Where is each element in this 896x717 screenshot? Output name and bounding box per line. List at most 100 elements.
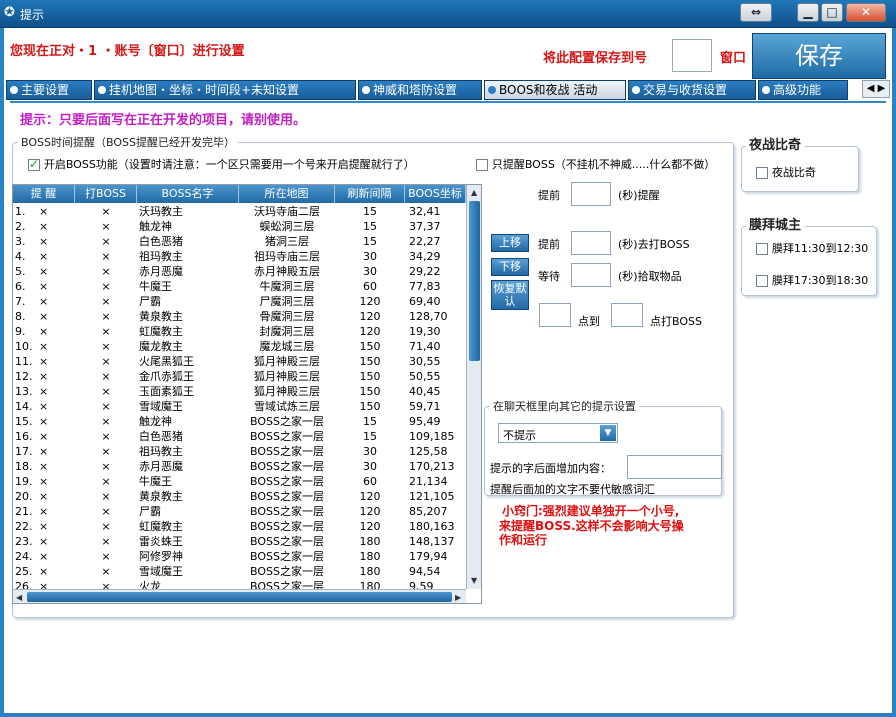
remind-mark[interactable]: × <box>39 399 75 414</box>
save-button[interactable]: 保存 <box>752 33 886 79</box>
scroll-left-arrow-icon[interactable]: ◀ <box>16 593 22 602</box>
fight-mark[interactable]: × <box>75 444 137 459</box>
remind-mark[interactable]: × <box>39 384 75 399</box>
remind-mark[interactable]: × <box>39 354 75 369</box>
table-row[interactable]: 16. × × 白色恶猪 BOSS之家一层 15 109,185 <box>13 429 466 444</box>
table-row[interactable]: 10. × × 魔龙教主 魔龙城三层 150 71,40 <box>13 339 466 354</box>
close-button[interactable]: ✕ <box>846 3 886 22</box>
table-vertical-scrollbar[interactable]: ▲ ▼ <box>466 185 481 589</box>
fight-mark[interactable]: × <box>75 369 137 384</box>
col-coords[interactable]: BOOS坐标 <box>405 185 466 203</box>
remind-mark[interactable]: × <box>39 474 75 489</box>
only-remind-checkbox[interactable] <box>476 158 488 171</box>
fight-mark[interactable]: × <box>75 549 137 564</box>
table-row[interactable]: 1. × × 沃玛教主 沃玛寺庙二层 15 32,41 <box>13 204 466 219</box>
fight-mark[interactable]: × <box>75 279 137 294</box>
maximize-button[interactable]: □ <box>821 3 843 22</box>
tab-map-settings[interactable]: 挂机地图・坐标・时间段+未知设置 <box>94 80 356 100</box>
remind-mark[interactable]: × <box>39 204 75 219</box>
remind-mark[interactable]: × <box>39 444 75 459</box>
worship-checkbox-2[interactable] <box>756 274 768 287</box>
table-row[interactable]: 3. × × 白色恶猪 猪洞三层 15 22,27 <box>13 234 466 249</box>
point-to-input[interactable] <box>611 303 643 327</box>
table-row[interactable]: 18. × × 赤月恶魔 BOSS之家一层 30 170,213 <box>13 459 466 474</box>
ahead-remind-input[interactable] <box>571 182 611 206</box>
remind-mark[interactable]: × <box>39 534 75 549</box>
append-content-input[interactable] <box>627 455 722 479</box>
tab-scroll-arrows[interactable]: ◀ ▶ <box>862 80 890 98</box>
remind-mark[interactable]: × <box>39 429 75 444</box>
remind-mark[interactable]: × <box>39 234 75 249</box>
fight-mark[interactable]: × <box>75 234 137 249</box>
table-row[interactable]: 24. × × 阿修罗神 BOSS之家一层 180 179,94 <box>13 549 466 564</box>
move-up-button[interactable]: 上移 <box>491 234 529 252</box>
col-remind[interactable]: 提 醒 <box>13 185 75 203</box>
table-horizontal-thumb[interactable] <box>27 592 452 602</box>
table-row[interactable]: 19. × × 牛魔王 BOSS之家一层 60 21,134 <box>13 474 466 489</box>
table-row[interactable]: 17. × × 祖玛教主 BOSS之家一层 30 125,58 <box>13 444 466 459</box>
move-down-button[interactable]: 下移 <box>491 258 529 276</box>
table-row[interactable]: 8. × × 黄泉教主 骨魔洞三层 120 128,70 <box>13 309 466 324</box>
fight-mark[interactable]: × <box>75 399 137 414</box>
remind-mark[interactable]: × <box>39 324 75 339</box>
tab-trade-settings[interactable]: 交易与收货设置 <box>628 80 756 100</box>
night-battle-checkbox[interactable] <box>756 166 768 179</box>
scroll-up-arrow-icon[interactable]: ▲ <box>471 188 477 197</box>
table-row[interactable]: 23. × × 雷炎蛛王 BOSS之家一层 180 148,137 <box>13 534 466 549</box>
fight-mark[interactable]: × <box>75 309 137 324</box>
fight-mark[interactable]: × <box>75 429 137 444</box>
fight-mark[interactable]: × <box>75 219 137 234</box>
tab-main-settings[interactable]: 主要设置 <box>6 80 92 100</box>
table-row[interactable]: 2. × × 触龙神 蜈蚣洞三层 15 37,37 <box>13 219 466 234</box>
table-row[interactable]: 15. × × 触龙神 BOSS之家一层 15 95,49 <box>13 414 466 429</box>
fight-mark[interactable]: × <box>75 534 137 549</box>
fight-mark[interactable]: × <box>75 384 137 399</box>
wait-input[interactable] <box>571 263 611 287</box>
fight-mark[interactable]: × <box>75 474 137 489</box>
table-horizontal-scrollbar[interactable]: ◀ ▶ <box>13 589 466 603</box>
fight-mark[interactable]: × <box>75 339 137 354</box>
fight-mark[interactable]: × <box>75 204 137 219</box>
remind-mark[interactable]: × <box>39 339 75 354</box>
table-row[interactable]: 12. × × 金爪赤狐王 狐月神殿三层 150 50,55 <box>13 369 466 384</box>
tab-shenwei-settings[interactable]: 神威和塔防设置 <box>358 80 482 100</box>
fight-mark[interactable]: × <box>75 504 137 519</box>
point-from-input[interactable] <box>539 303 571 327</box>
table-row[interactable]: 6. × × 牛魔王 牛魔洞三层 60 77,83 <box>13 279 466 294</box>
remind-mark[interactable]: × <box>39 369 75 384</box>
fight-mark[interactable]: × <box>75 459 137 474</box>
enable-boss-checkbox[interactable] <box>28 157 40 171</box>
remind-mark[interactable]: × <box>39 279 75 294</box>
fight-mark[interactable]: × <box>75 324 137 339</box>
fight-mark[interactable]: × <box>75 414 137 429</box>
minimize-button[interactable]: ▁ <box>797 3 819 22</box>
col-map[interactable]: 所在地图 <box>239 185 335 203</box>
col-boss-name[interactable]: BOSS名字 <box>137 185 239 203</box>
fight-mark[interactable]: × <box>75 519 137 534</box>
fight-mark[interactable]: × <box>75 354 137 369</box>
remind-mark[interactable]: × <box>39 549 75 564</box>
ahead-go-input[interactable] <box>571 231 611 255</box>
table-row[interactable]: 13. × × 玉面素狐王 狐月神殿三层 150 40,45 <box>13 384 466 399</box>
scroll-right-arrow-icon[interactable]: ▶ <box>455 593 461 602</box>
worship-checkbox-1[interactable] <box>756 242 768 255</box>
remind-mark[interactable]: × <box>39 459 75 474</box>
tab-boss-night[interactable]: BOOS和夜战 活动 <box>484 80 626 100</box>
save-window-input[interactable] <box>672 39 712 72</box>
tab-advanced[interactable]: 高级功能 <box>758 80 848 100</box>
remind-mark[interactable]: × <box>39 309 75 324</box>
table-row[interactable]: 5. × × 赤月恶魔 赤月神殿五层 30 29,22 <box>13 264 466 279</box>
fight-mark[interactable]: × <box>75 264 137 279</box>
col-interval[interactable]: 刷新间隔 <box>335 185 405 203</box>
table-row[interactable]: 4. × × 祖玛教主 祖玛寺庙三层 30 34,29 <box>13 249 466 264</box>
remind-mark[interactable]: × <box>39 414 75 429</box>
remind-mark[interactable]: × <box>39 294 75 309</box>
restore-button[interactable]: ⇔ <box>740 3 772 22</box>
remind-mark[interactable]: × <box>39 219 75 234</box>
table-row[interactable]: 25. × × 雪域魔王 BOSS之家一层 180 94,54 <box>13 564 466 579</box>
remind-mark[interactable]: × <box>39 504 75 519</box>
table-row[interactable]: 22. × × 虹魔教主 BOSS之家一层 120 180,163 <box>13 519 466 534</box>
remind-mark[interactable]: × <box>39 519 75 534</box>
fight-mark[interactable]: × <box>75 249 137 264</box>
table-row[interactable]: 21. × × 尸霸 BOSS之家一层 120 85,207 <box>13 504 466 519</box>
